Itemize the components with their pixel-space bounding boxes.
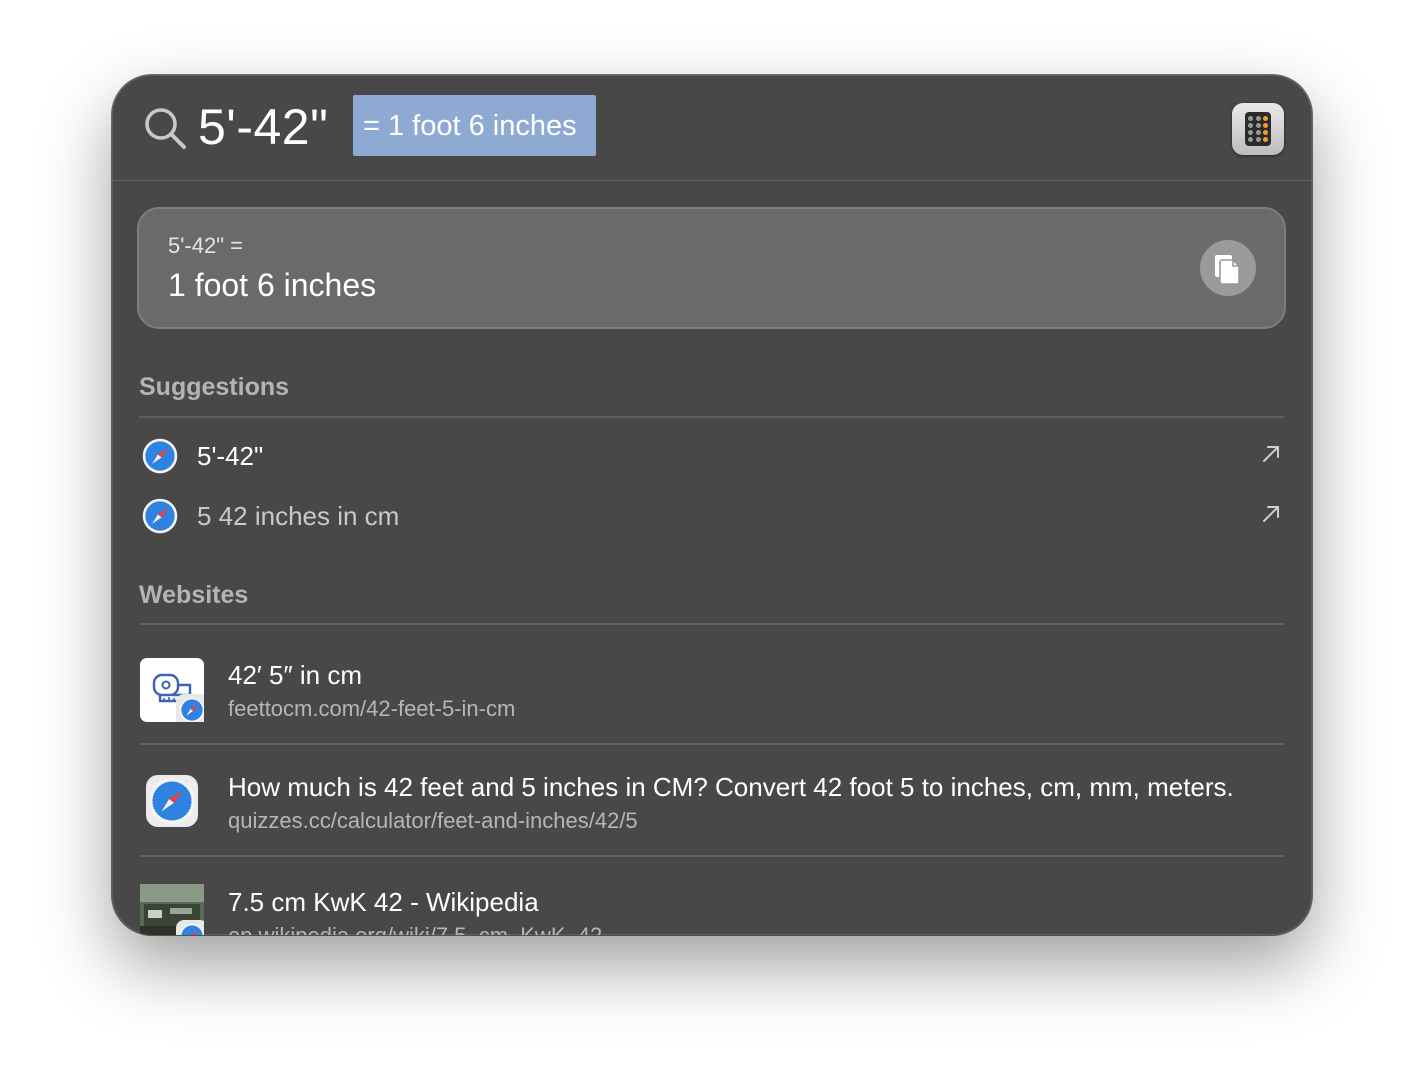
suggestion-item[interactable]: 5'-42"	[139, 431, 1284, 481]
row-divider	[139, 743, 1284, 745]
suggestion-label: 5 42 inches in cm	[197, 501, 400, 531]
website-item[interactable]: How much is 42 feet and 5 inches in CM? …	[139, 769, 1299, 839]
search-bar[interactable]: 5'-42" = 1 foot 6 inches	[112, 75, 1312, 180]
suggestion-item[interactable]: 5 42 inches in cm	[139, 491, 1284, 541]
website-item[interactable]: 7.5 cm KwK 42 - Wikipedia en.wikipedia.o…	[139, 884, 1299, 935]
suggestions-header: Suggestions	[139, 373, 290, 401]
suggestions-divider	[139, 416, 1284, 418]
websites-header: Websites	[139, 581, 249, 609]
websites-divider	[139, 623, 1284, 625]
wikipedia-thumbnail-icon	[140, 884, 204, 935]
copy-icon	[1215, 255, 1240, 285]
safari-icon	[142, 438, 178, 474]
search-divider	[112, 180, 1312, 181]
result-value: 1 foot 6 inches	[168, 267, 377, 303]
inline-completion: = 1 foot 6 inches	[353, 95, 596, 156]
website-title: How much is 42 feet and 5 inches in CM? …	[228, 772, 1234, 802]
website-url: quizzes.cc/calculator/feet-and-inches/42…	[228, 808, 638, 833]
calculator-icon[interactable]	[1232, 103, 1284, 155]
website-title: 7.5 cm KwK 42 - Wikipedia	[228, 887, 539, 917]
website-title: 42′ 5″ in cm	[228, 660, 363, 690]
suggestion-label: 5'-42"	[197, 441, 264, 471]
safari-icon	[142, 498, 178, 534]
arrow-up-right-icon	[1263, 506, 1279, 522]
website-url: feettocm.com/42-feet-5-in-cm	[228, 696, 516, 721]
arrow-up-right-icon	[1263, 446, 1279, 462]
website-item[interactable]: 42′ 5″ in cm feettocm.com/42-feet-5-in-c…	[139, 657, 1299, 727]
search-input[interactable]: 5'-42"	[198, 97, 328, 157]
tape-measure-icon	[140, 658, 204, 722]
safari-icon	[146, 775, 198, 827]
search-icon	[145, 108, 186, 149]
copy-button[interactable]	[1200, 240, 1256, 296]
row-divider	[139, 855, 1284, 857]
website-url: en.wikipedia.org/wiki/7.5_cm_KwK_42	[228, 923, 602, 935]
result-expression: 5'-42" =	[168, 233, 244, 258]
calculator-result-card[interactable]: 5'-42" = 1 foot 6 inches	[137, 207, 1286, 329]
spotlight-window: 5'-42" = 1 foot 6 inches 5'-42" = 1 foot…	[112, 75, 1312, 935]
